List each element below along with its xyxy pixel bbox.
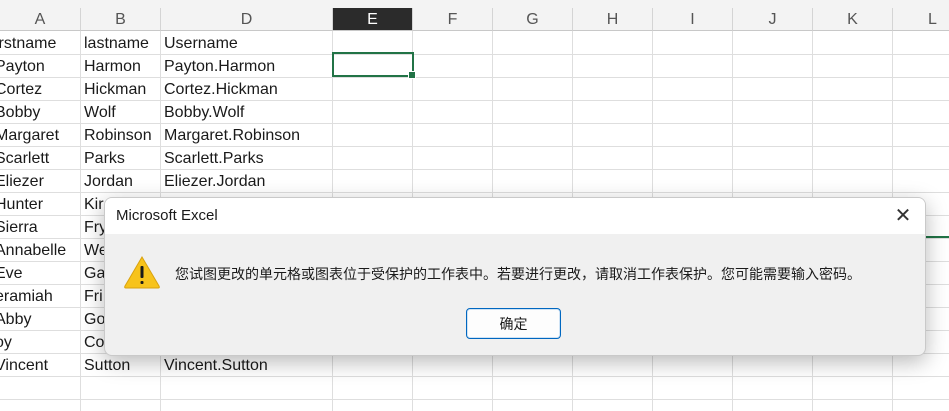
column-header-b[interactable]: B: [81, 8, 161, 31]
cell[interactable]: Scarlett.Parks: [161, 147, 333, 170]
cell[interactable]: Vincent.Sutton: [161, 354, 333, 377]
ribbon-edge: [0, 0, 949, 8]
cell[interactable]: Eliezer.Jordan: [161, 170, 333, 193]
cell[interactable]: Sierra: [0, 216, 80, 239]
cell[interactable]: Eve: [0, 262, 80, 285]
cell[interactable]: Payton: [0, 55, 80, 78]
cell[interactable]: Hickman: [81, 78, 161, 101]
cell[interactable]: oy: [0, 331, 80, 354]
active-cell-e2[interactable]: [332, 52, 416, 79]
header-cell-firstname[interactable]: irstname: [0, 32, 80, 55]
cell[interactable]: Bobby.Wolf: [161, 101, 333, 124]
cell[interactable]: eramiah: [0, 285, 80, 308]
dialog-message: 您试图更改的单元格或图表位于受保护的工作表中。若要进行更改，请取消工作表保护。您…: [175, 266, 861, 282]
protected-sheet-dialog: Microsoft Excel ✕ 您试图更改的单元格或图表位于受保护的工作表中…: [104, 197, 926, 356]
column-header-i[interactable]: I: [653, 8, 733, 31]
ok-button[interactable]: 确定: [466, 308, 561, 339]
cell[interactable]: Margaret: [0, 124, 80, 147]
cell[interactable]: Vincent: [0, 354, 80, 377]
column-header-e[interactable]: E: [333, 8, 413, 31]
cell[interactable]: Robinson: [81, 124, 161, 147]
cell[interactable]: Annabelle: [0, 239, 80, 262]
cell[interactable]: Cortez.Hickman: [161, 78, 333, 101]
column-header-h[interactable]: H: [573, 8, 653, 31]
header-cell-username[interactable]: Username: [161, 32, 333, 55]
column-header-k[interactable]: K: [813, 8, 893, 31]
cell[interactable]: Margaret.Robinson: [161, 124, 333, 147]
column-header-l[interactable]: L: [893, 8, 949, 31]
column-header-a[interactable]: A: [0, 8, 81, 31]
warning-icon: [124, 256, 160, 289]
column-header-d[interactable]: D: [161, 8, 333, 31]
column-header-f[interactable]: F: [413, 8, 493, 31]
cell[interactable]: Hunter: [0, 193, 80, 216]
close-icon[interactable]: ✕: [891, 204, 915, 228]
cell[interactable]: Harmon: [81, 55, 161, 78]
cell[interactable]: Parks: [81, 147, 161, 170]
selection-border-fragment: [925, 236, 949, 238]
dialog-titlebar: Microsoft Excel ✕: [105, 198, 925, 234]
cell[interactable]: Sutton: [81, 354, 161, 377]
column-header-j[interactable]: J: [733, 8, 813, 31]
column-header-g[interactable]: G: [493, 8, 573, 31]
dialog-title: Microsoft Excel: [116, 207, 218, 224]
header-cell-lastname[interactable]: lastname: [81, 32, 161, 55]
cell[interactable]: Payton.Harmon: [161, 55, 333, 78]
cell[interactable]: Scarlett: [0, 147, 80, 170]
cell[interactable]: Bobby: [0, 101, 80, 124]
fill-handle[interactable]: [408, 71, 416, 79]
cell[interactable]: Cortez: [0, 78, 80, 101]
cell[interactable]: Eliezer: [0, 170, 80, 193]
cell[interactable]: Abby: [0, 308, 80, 331]
cell[interactable]: Jordan: [81, 170, 161, 193]
cell[interactable]: Wolf: [81, 101, 161, 124]
